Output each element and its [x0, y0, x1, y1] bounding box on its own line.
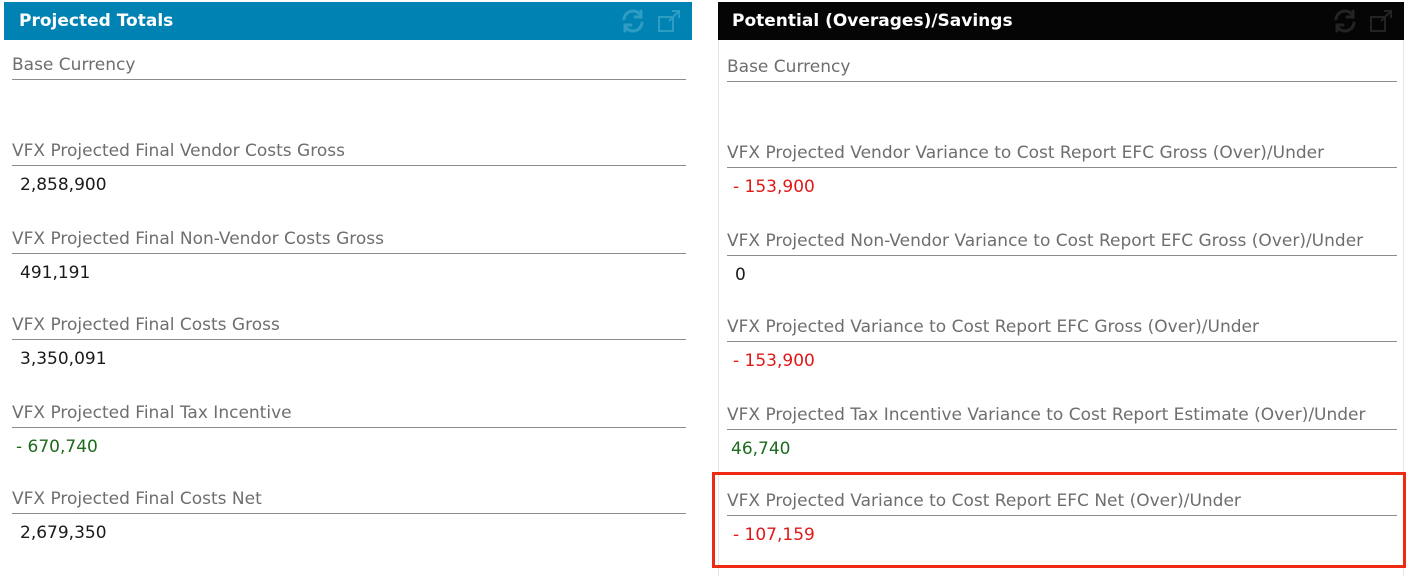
field-value: 2,679,350 — [20, 523, 107, 543]
popout-icon[interactable] — [656, 8, 682, 34]
overages-savings-panel: Potential (Overages)/Savings Base Curren… — [718, 2, 1404, 576]
field-label: VFX Projected Tax Incentive Variance to … — [727, 404, 1397, 430]
field-value: 46,740 — [731, 439, 791, 459]
field-label: VFX Projected Variance to Cost Report EF… — [727, 316, 1397, 342]
field-base-currency: Base Currency — [727, 56, 1397, 90]
field-label: VFX Projected Final Vendor Costs Gross — [12, 140, 686, 166]
field-label: Base Currency — [727, 56, 1397, 82]
field-non-vendor-variance-gross: VFX Projected Non-Vendor Variance to Cos… — [727, 230, 1397, 286]
field-tax-incentive: VFX Projected Final Tax Incentive - 670,… — [12, 402, 686, 458]
field-variance-net: VFX Projected Variance to Cost Report EF… — [727, 490, 1397, 546]
panel-header: Potential (Overages)/Savings — [718, 2, 1404, 40]
projected-totals-panel: Projected Totals Base Currency VFX Proje… — [4, 2, 692, 576]
header-icons — [620, 8, 682, 34]
field-value: 0 — [735, 265, 746, 285]
panel-title: Potential (Overages)/Savings — [732, 11, 1013, 31]
field-final-costs-gross: VFX Projected Final Costs Gross 3,350,09… — [12, 314, 686, 370]
field-label: VFX Projected Variance to Cost Report EF… — [727, 490, 1397, 516]
field-value — [12, 80, 686, 88]
field-value — [727, 82, 1397, 90]
panel-body: Base Currency VFX Projected Vendor Varia… — [718, 40, 1404, 576]
panel-header: Projected Totals — [4, 2, 692, 40]
header-icons — [1332, 8, 1394, 34]
field-vendor-costs-gross: VFX Projected Final Vendor Costs Gross 2… — [12, 140, 686, 196]
field-label: VFX Projected Final Costs Gross — [12, 314, 686, 340]
field-label: VFX Projected Non-Vendor Variance to Cos… — [727, 230, 1397, 256]
field-label: VFX Projected Final Costs Net — [12, 488, 686, 514]
field-base-currency: Base Currency — [12, 54, 686, 88]
field-label: VFX Projected Vendor Variance to Cost Re… — [727, 142, 1397, 168]
field-value: 3,350,091 — [20, 349, 107, 369]
field-value: 491,191 — [20, 263, 91, 283]
panel-title: Projected Totals — [19, 11, 174, 31]
field-label: VFX Projected Final Tax Incentive — [12, 402, 686, 428]
refresh-icon[interactable] — [1332, 8, 1358, 34]
field-value: - 670,740 — [16, 437, 98, 457]
field-tax-incentive-variance: VFX Projected Tax Incentive Variance to … — [727, 404, 1397, 460]
field-value: - 153,900 — [733, 177, 815, 197]
field-non-vendor-costs-gross: VFX Projected Final Non-Vendor Costs Gro… — [12, 228, 686, 284]
field-label: Base Currency — [12, 54, 686, 80]
field-value: - 153,900 — [733, 351, 815, 371]
field-final-costs-net: VFX Projected Final Costs Net 2,679,350 — [12, 488, 686, 544]
field-value: 2,858,900 — [20, 175, 107, 195]
popout-icon[interactable] — [1368, 8, 1394, 34]
panel-body: Base Currency VFX Projected Final Vendor… — [4, 40, 692, 576]
field-label: VFX Projected Final Non-Vendor Costs Gro… — [12, 228, 686, 254]
refresh-icon[interactable] — [620, 8, 646, 34]
field-variance-gross: VFX Projected Variance to Cost Report EF… — [727, 316, 1397, 372]
field-vendor-variance-gross: VFX Projected Vendor Variance to Cost Re… — [727, 142, 1397, 198]
field-value: - 107,159 — [733, 525, 815, 545]
